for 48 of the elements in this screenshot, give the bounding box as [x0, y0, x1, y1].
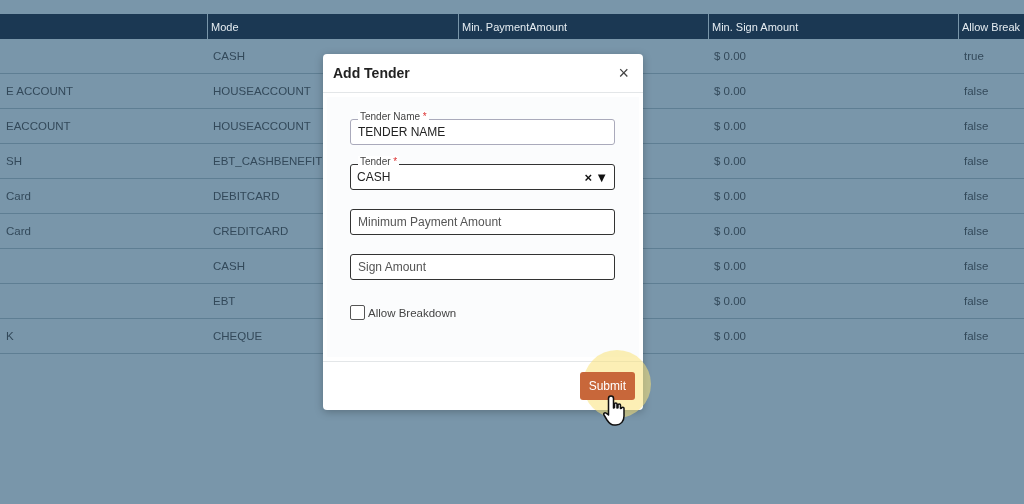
table-cell: false — [964, 295, 989, 307]
table-cell: K — [6, 330, 14, 342]
checkbox[interactable] — [350, 305, 365, 320]
table-cell: $ 0.00 — [714, 85, 746, 97]
checkbox-label: Allow Breakdown — [368, 306, 457, 319]
table-cell: $ 0.00 — [714, 50, 746, 62]
table-cell: Card — [6, 225, 31, 237]
table-cell: CASH — [213, 50, 245, 62]
table-cell: $ 0.00 — [714, 295, 746, 307]
table-cell: false — [964, 330, 989, 342]
table-cell: $ 0.00 — [714, 330, 746, 342]
table-cell: false — [964, 190, 989, 202]
table-cell: false — [964, 155, 989, 167]
table-cell: SH — [6, 155, 22, 167]
input-field[interactable]: Minimum Payment Amount — [350, 209, 615, 235]
column-header: Allow Break — [958, 14, 1024, 39]
table-cell: HOUSEACCOUNT — [213, 120, 311, 132]
table-cell: EBT — [213, 295, 236, 307]
table-cell: $ 0.00 — [714, 155, 746, 167]
select-field[interactable]: CASH × ▼ — [350, 164, 615, 190]
table-cell: EBT_CASHBENEFIT — [213, 155, 323, 167]
table-cell: $ 0.00 — [714, 120, 746, 132]
field-label: Tender * — [358, 156, 400, 168]
table-cell: $ 0.00 — [714, 260, 746, 272]
submit-button[interactable]: Submit — [579, 372, 635, 400]
table-cell: DEBITCARD — [213, 190, 280, 202]
column-header: Min. Sign Amount — [708, 14, 958, 39]
table-cell: Card — [6, 190, 31, 202]
table-cell: CREDITCARD — [213, 225, 289, 237]
input-field[interactable]: Sign Amount — [350, 254, 615, 280]
field-label: Tender Name * — [358, 111, 429, 123]
table-cell: true — [964, 50, 984, 62]
dialog-title: Add Tender — [333, 65, 410, 81]
table-cell: CASH — [213, 260, 245, 272]
table-cell: false — [964, 120, 989, 132]
close-button[interactable]: × — [616, 62, 631, 84]
column-header: Mode — [207, 14, 458, 39]
table-cell: false — [964, 225, 989, 237]
table-cell: false — [964, 260, 989, 272]
table-cell: false — [964, 85, 989, 97]
table-cell: $ 0.00 — [714, 225, 746, 237]
table-cell: E ACCOUNT — [6, 85, 74, 97]
table-cell: HOUSEACCOUNT — [213, 85, 311, 97]
input-field[interactable]: TENDER NAME — [350, 119, 615, 145]
table-cell: CHEQUE — [213, 330, 263, 342]
column-header: Min. PaymentAmount — [458, 14, 708, 39]
table-cell: EACCOUNT — [6, 120, 71, 132]
table-cell: $ 0.00 — [714, 190, 746, 202]
